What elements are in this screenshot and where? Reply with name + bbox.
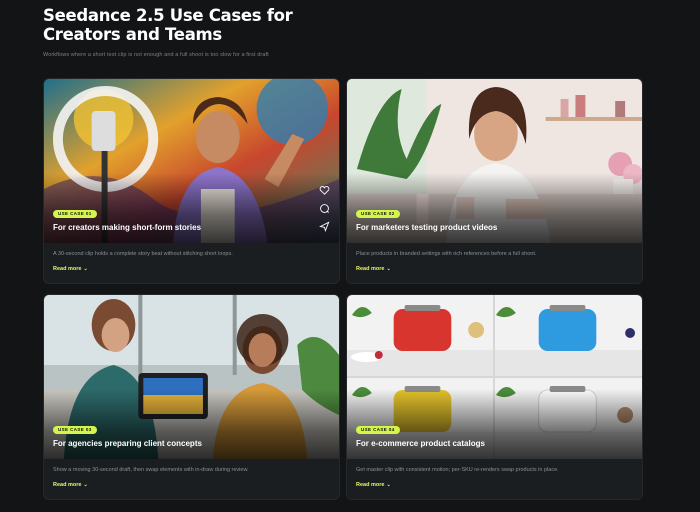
page-title: Seedance 2.5 Use Cases for Creators and …: [43, 6, 443, 44]
read-more-link[interactable]: Read more ⌄: [356, 482, 391, 488]
card-title: For e-commerce product catalogs: [356, 439, 485, 448]
send-icon[interactable]: [319, 219, 330, 233]
card-image-overlay: [44, 389, 339, 459]
read-more-link[interactable]: Read more ⌄: [53, 482, 88, 488]
read-more-link[interactable]: Read more ⌄: [356, 266, 391, 272]
card-description: A 30-second clip holds a complete story …: [53, 251, 233, 257]
use-case-card-creators[interactable]: USE CASE 01 For creators making short-fo…: [43, 78, 340, 284]
read-more-label: Read more: [356, 266, 385, 272]
card-description: Place products in branded settings with …: [356, 251, 537, 257]
card-image-overlay: [44, 173, 339, 243]
card-description: Show a moving 30-second draft, then swap…: [53, 467, 249, 473]
use-case-card-marketers[interactable]: USE CASE 02 For marketers testing produc…: [346, 78, 643, 284]
chevron-down-icon: ⌄: [386, 482, 391, 488]
read-more-label: Read more: [356, 482, 385, 488]
card-description: Get master clip with consistent motion; …: [356, 467, 559, 473]
card-title: For agencies preparing client concepts: [53, 439, 202, 448]
use-case-card-agencies[interactable]: USE CASE 03 For agencies preparing clien…: [43, 294, 340, 500]
page-title-line-2: Creators and Teams: [43, 25, 222, 44]
read-more-label: Read more: [53, 266, 82, 272]
use-case-badge: USE CASE 02: [356, 210, 400, 218]
read-more-label: Read more: [53, 482, 82, 488]
card-title: For marketers testing product videos: [356, 223, 498, 232]
heart-icon[interactable]: [319, 183, 330, 195]
read-more-link[interactable]: Read more ⌄: [53, 266, 88, 272]
chevron-down-icon: ⌄: [83, 266, 88, 272]
card-image-overlay: [347, 173, 642, 243]
page-title-line-1: Seedance 2.5 Use Cases for: [43, 6, 293, 25]
card-image-overlay: [347, 389, 642, 459]
card-title: For creators making short-form stories: [53, 223, 202, 232]
use-case-card-ecommerce[interactable]: USE CASE 04 For e-commerce product catal…: [346, 294, 643, 500]
page-subtitle: Workflows where a short test clip is not…: [43, 52, 269, 58]
page-header: Seedance 2.5 Use Cases for Creators and …: [43, 6, 443, 58]
use-case-badge: USE CASE 01: [53, 210, 97, 218]
use-case-badge: USE CASE 04: [356, 426, 400, 434]
comment-icon[interactable]: [319, 201, 330, 213]
use-case-badge: USE CASE 03: [53, 426, 97, 434]
social-icons: [319, 183, 330, 233]
chevron-down-icon: ⌄: [386, 266, 391, 272]
chevron-down-icon: ⌄: [83, 482, 88, 488]
